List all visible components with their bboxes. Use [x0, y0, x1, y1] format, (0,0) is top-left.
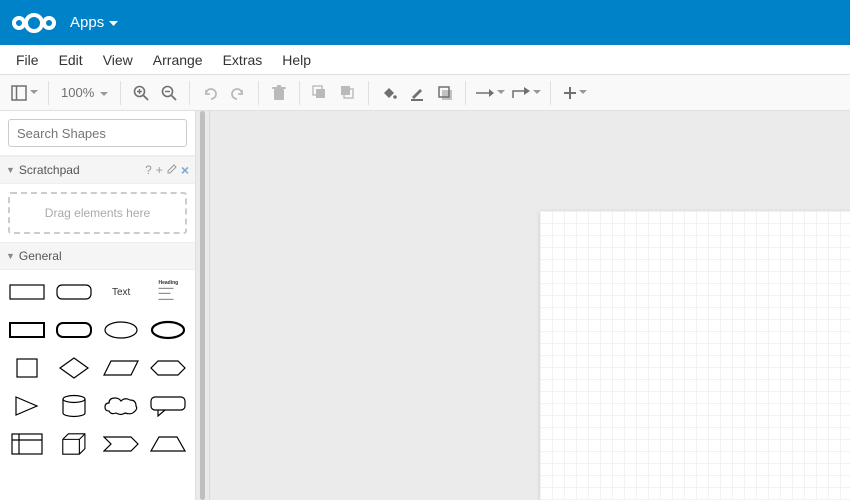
shape-rectangle-thick[interactable] — [6, 316, 47, 344]
menu-bar: File Edit View Arrange Extras Help — [0, 45, 850, 75]
shape-cloud[interactable] — [101, 392, 142, 420]
menu-file[interactable]: File — [6, 48, 49, 72]
search-shapes-box — [8, 119, 187, 147]
shape-callout[interactable] — [148, 392, 189, 420]
shape-hexagon[interactable] — [148, 354, 189, 382]
menu-help[interactable]: Help — [272, 48, 321, 72]
to-front-button[interactable] — [306, 79, 334, 107]
shape-square[interactable] — [6, 354, 47, 382]
zoom-out-button[interactable] — [155, 79, 183, 107]
shape-parallelogram[interactable] — [101, 354, 142, 382]
shapes-sidebar: ▼ Scratchpad ? + × Drag elements here ▼ … — [0, 111, 196, 500]
caret-down-icon — [100, 85, 108, 100]
collapse-icon: ▼ — [6, 251, 15, 261]
logo-icon — [10, 11, 58, 35]
undo-button[interactable] — [196, 79, 224, 107]
zoom-in-button[interactable] — [127, 79, 155, 107]
shape-rounded-rectangle[interactable] — [53, 278, 94, 306]
shape-text[interactable]: Text — [101, 278, 142, 306]
scratchpad-dropzone[interactable]: Drag elements here — [8, 192, 187, 234]
scratchpad-add-icon[interactable]: + — [156, 163, 163, 177]
delete-button[interactable] — [265, 79, 293, 107]
zoom-value: 100% — [61, 85, 94, 100]
shape-step[interactable] — [101, 430, 142, 458]
shapes-palette: Text Heading━━━━━━━━━━━━━━ — [0, 270, 195, 466]
shape-ellipse[interactable] — [101, 316, 142, 344]
apps-label: Apps — [70, 14, 104, 31]
shape-trapezoid[interactable] — [148, 430, 189, 458]
insert-dropdown[interactable] — [557, 79, 593, 107]
menu-extras[interactable]: Extras — [213, 48, 273, 72]
caret-down-icon — [109, 14, 118, 31]
shape-diamond[interactable] — [53, 354, 94, 382]
scratchpad-title: Scratchpad — [19, 163, 145, 177]
general-header[interactable]: ▼ General — [0, 242, 195, 270]
zoom-dropdown[interactable]: 100% — [55, 85, 114, 100]
to-back-button[interactable] — [334, 79, 362, 107]
shape-ellipse-thick[interactable] — [148, 316, 189, 344]
shape-triangle[interactable] — [6, 392, 47, 420]
scratchpad-help-icon[interactable]: ? — [145, 163, 152, 177]
fill-color-button[interactable] — [375, 79, 403, 107]
apps-dropdown[interactable]: Apps — [70, 14, 118, 31]
app-topbar: Apps — [0, 0, 850, 45]
collapse-icon: ▼ — [6, 165, 15, 175]
search-shapes-input[interactable] — [9, 126, 201, 141]
scratchpad-edit-icon[interactable] — [167, 163, 177, 177]
scratchpad-header[interactable]: ▼ Scratchpad ? + × — [0, 156, 195, 184]
menu-edit[interactable]: Edit — [49, 48, 93, 72]
shape-rounded-rectangle-thick[interactable] — [53, 316, 94, 344]
scratchpad-hint: Drag elements here — [45, 206, 150, 220]
view-mode-dropdown[interactable] — [6, 79, 42, 107]
sidebar-splitter[interactable] — [196, 111, 210, 500]
shape-cube[interactable] — [53, 430, 94, 458]
shape-internal-storage[interactable] — [6, 430, 47, 458]
connection-style-dropdown[interactable] — [472, 79, 508, 107]
shape-rectangle[interactable] — [6, 278, 47, 306]
canvas-area[interactable] — [210, 111, 850, 500]
nextcloud-logo — [10, 11, 58, 35]
general-title: General — [19, 249, 189, 263]
shape-textbox[interactable]: Heading━━━━━━━━━━━━━━ — [148, 278, 189, 306]
shadow-button[interactable] — [431, 79, 459, 107]
menu-view[interactable]: View — [93, 48, 143, 72]
waypoint-style-dropdown[interactable] — [508, 79, 544, 107]
scratchpad-close-icon[interactable]: × — [181, 162, 189, 178]
redo-button[interactable] — [224, 79, 252, 107]
line-color-button[interactable] — [403, 79, 431, 107]
menu-arrange[interactable]: Arrange — [143, 48, 213, 72]
diagram-page[interactable] — [540, 211, 850, 500]
shape-cylinder[interactable] — [53, 392, 94, 420]
toolbar: 100% — [0, 75, 850, 111]
